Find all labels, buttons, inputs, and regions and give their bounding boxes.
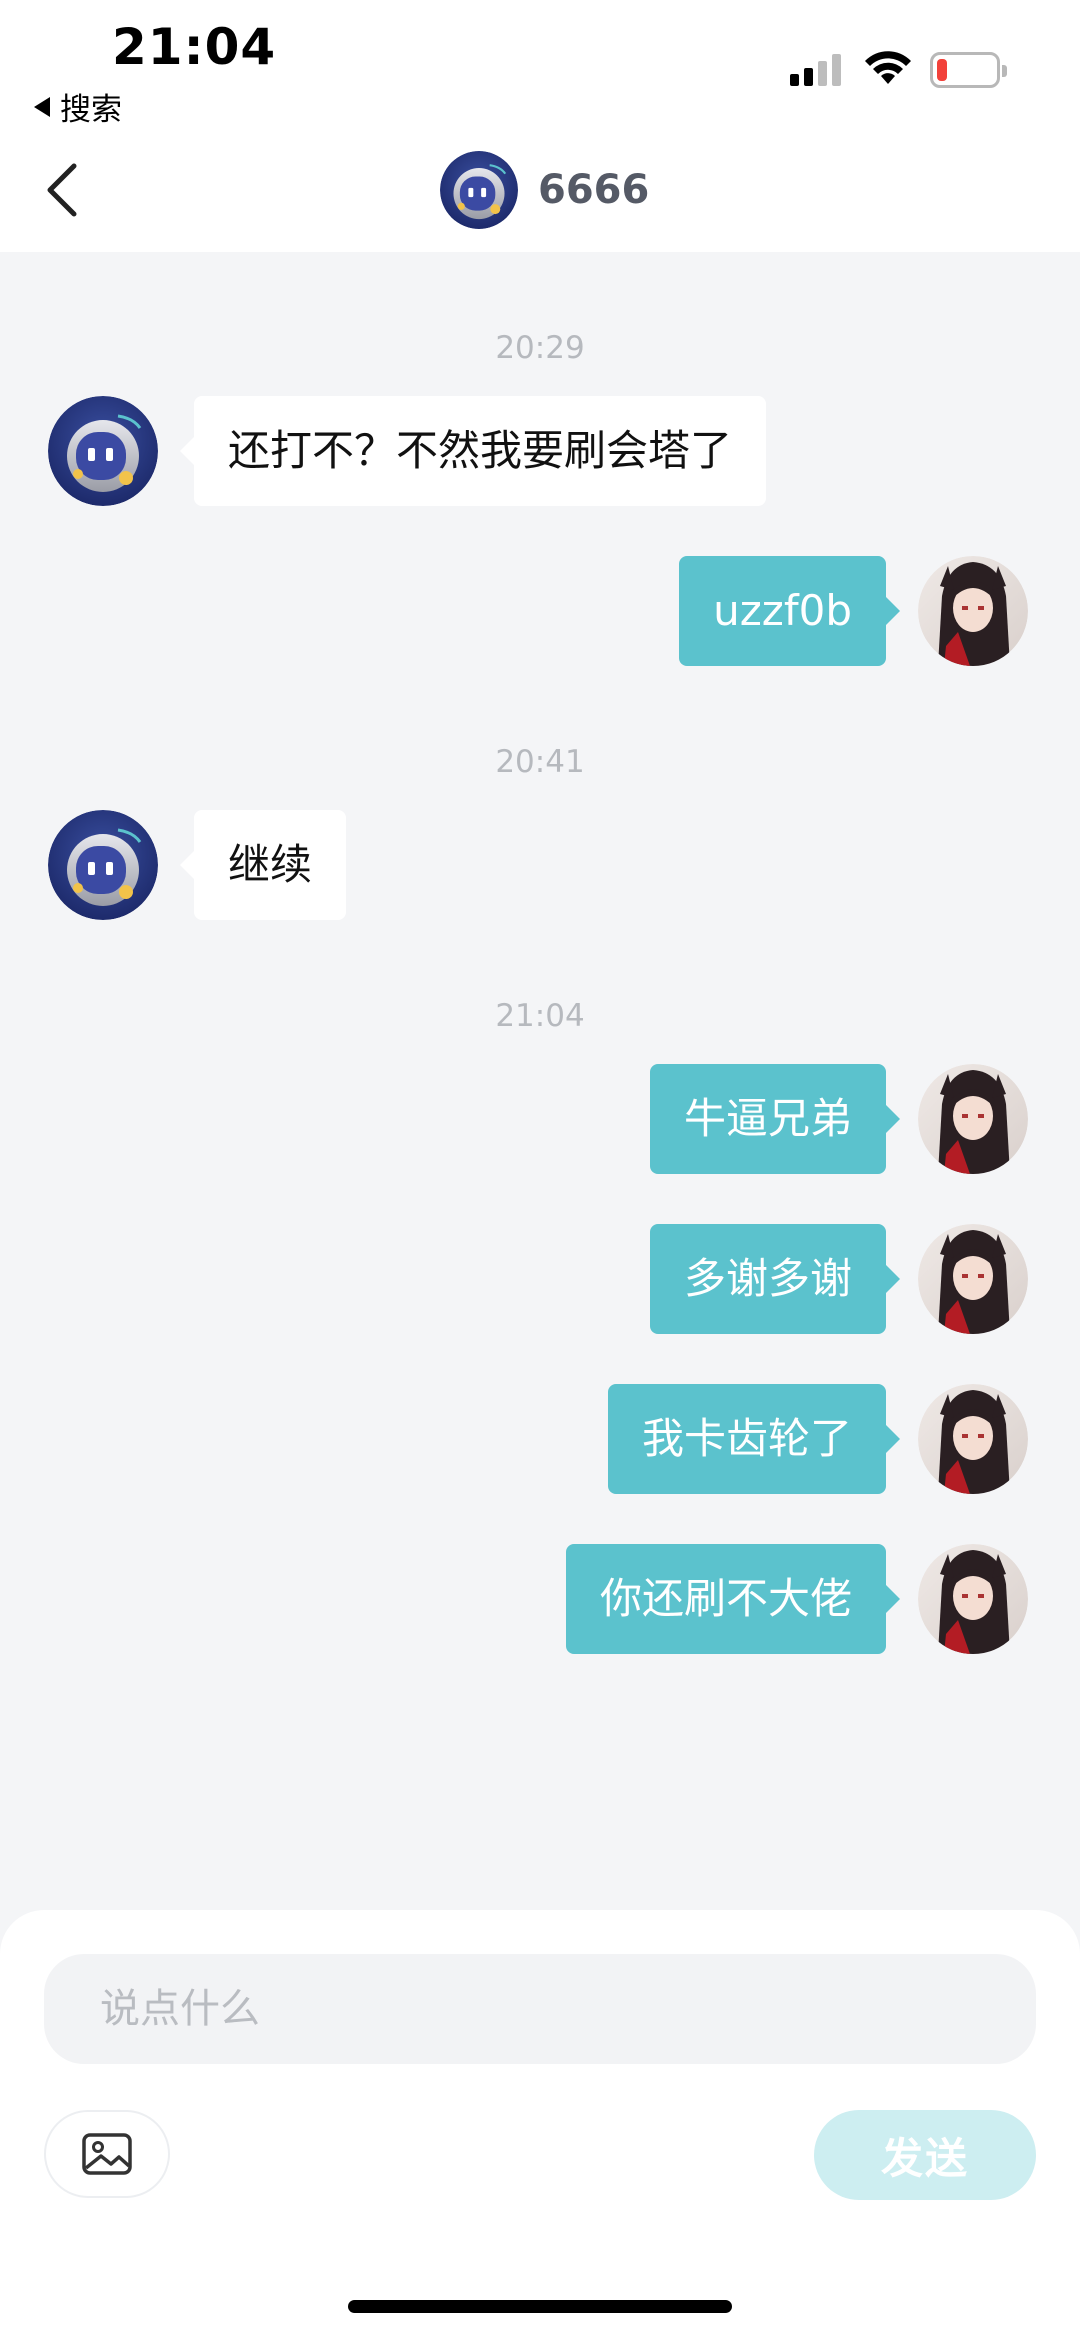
anime-girl-avatar[interactable] [918,1064,1028,1174]
battery-low-icon [930,52,1007,88]
anime-girl-avatar[interactable] [918,1544,1028,1654]
image-picker-button[interactable] [44,2110,170,2198]
wifi-icon [865,51,911,84]
home-indicator[interactable] [348,2300,732,2313]
message-bubble-incoming[interactable]: 继续 [179,810,347,920]
message-row-incoming: 还打不？不然我要刷会塔了 [0,396,1080,506]
message-row-outgoing: 多谢多谢 [0,1224,1080,1334]
status-time: 21:04 [112,18,277,76]
message-bubble-outgoing[interactable]: 多谢多谢 [649,1224,901,1334]
message-row-outgoing: 我卡齿轮了 [0,1384,1080,1494]
anime-girl-avatar[interactable] [918,1384,1028,1494]
message-composer: 发送 [0,1910,1080,2337]
message-bubble-outgoing[interactable]: 我卡齿轮了 [607,1384,901,1494]
back-to-app-link[interactable]: 搜索 [34,84,122,129]
message-input[interactable] [44,1954,1036,2064]
message-timestamp: 20:41 [495,744,585,780]
back-triangle-icon [34,96,50,117]
back-app-label: 搜索 [60,92,122,128]
contact-name: 6666 [538,167,650,213]
signal-icon [790,54,841,86]
image-icon [82,2133,132,2175]
send-button[interactable]: 发送 [814,2110,1036,2200]
chat-header-title[interactable]: 6666 [440,150,649,230]
message-bubble-outgoing[interactable]: 你还刷不大佬 [565,1544,901,1654]
message-bubble-outgoing[interactable]: 牛逼兄弟 [649,1064,901,1174]
message-bubble-incoming[interactable]: 还打不？不然我要刷会塔了 [179,396,767,506]
anime-girl-avatar[interactable] [918,556,1028,666]
robot-avatar[interactable] [48,810,158,920]
anime-girl-avatar[interactable] [918,1224,1028,1334]
chevron-left-icon[interactable] [42,162,82,218]
message-bubble-outgoing[interactable]: uzzf0b [679,556,900,666]
message-timestamp: 21:04 [495,998,585,1034]
top-bar: 21:04 搜索 6666 [0,0,1080,252]
message-row-incoming: 继续 [0,810,1080,920]
message-row-outgoing: uzzf0b [0,556,1080,666]
message-row-outgoing: 你还刷不大佬 [0,1544,1080,1654]
message-row-outgoing: 牛逼兄弟 [0,1064,1080,1174]
message-timestamp: 20:29 [495,330,585,366]
robot-avatar[interactable] [48,396,158,506]
robot-avatar [440,151,518,229]
